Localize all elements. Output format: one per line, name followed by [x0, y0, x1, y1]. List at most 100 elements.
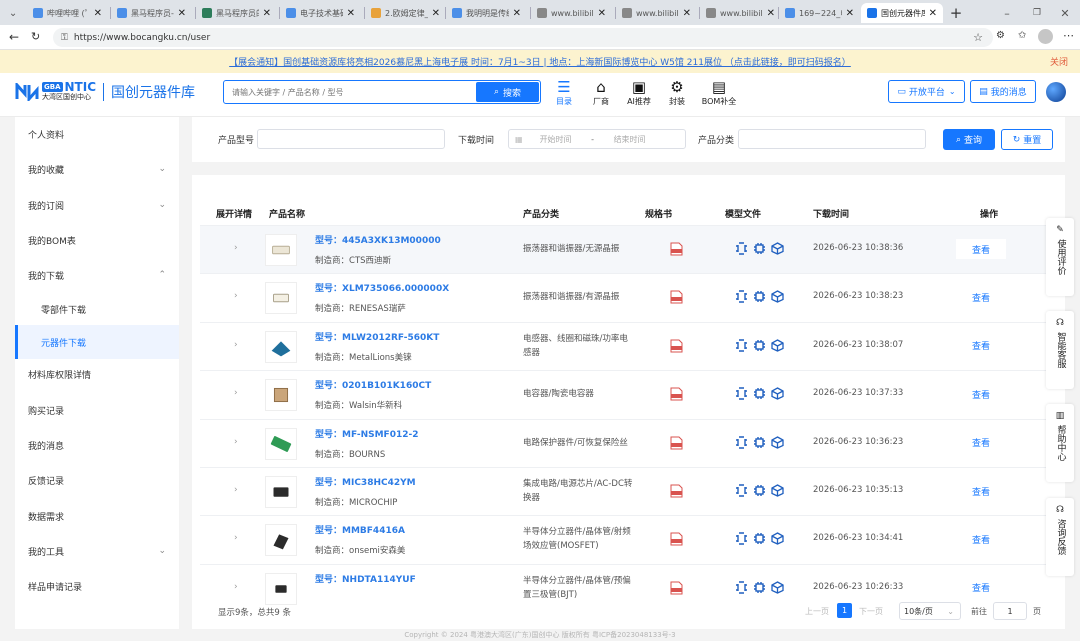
page-size-select[interactable]: 10条/页 ⌄ — [899, 602, 961, 620]
browser-tab[interactable]: www.bilibili.c ✕ — [700, 3, 781, 23]
sidebar-item-messages[interactable]: 我的消息 — [15, 428, 179, 462]
3d-model-icon[interactable] — [771, 387, 784, 400]
extensions-icon[interactable]: ⚙ — [996, 30, 1005, 41]
tab-close-icon[interactable]: ✕ — [598, 8, 606, 19]
component-model-link[interactable]: 型号：MLW2012RF-560KT — [315, 330, 439, 343]
footprint-file-icon[interactable] — [753, 290, 766, 303]
symbol-file-icon[interactable] — [735, 484, 748, 497]
search-button[interactable]: ⌕ 搜索 — [476, 82, 539, 102]
notice-link[interactable]: 【展会通知】国创基础资源库将亮相2026慕尼黑上海电子展 时间：7月1~3日 |… — [229, 55, 851, 68]
3d-model-icon[interactable] — [771, 532, 784, 546]
chevron-right-icon[interactable]: › — [234, 243, 238, 253]
url-field[interactable]: ⚿ https://www.bocangku.cn/user ☆ — [53, 28, 993, 47]
nav-package[interactable]: ⚙ 封装 — [660, 78, 694, 107]
3d-model-icon[interactable] — [771, 581, 784, 594]
symbol-file-icon[interactable] — [735, 435, 748, 449]
tab-close-icon[interactable]: ✕ — [94, 8, 102, 19]
tab-close-icon[interactable]: ✕ — [263, 8, 271, 19]
new-tab-button[interactable]: + — [947, 3, 965, 23]
sidebar-item-sample-requests[interactable]: 样品申请记录 — [15, 569, 179, 603]
browser-tab[interactable]: 我明明是传统 ✕ — [446, 3, 527, 23]
model-filter-input[interactable] — [257, 129, 445, 149]
close-window-button[interactable]: ✕ — [1058, 3, 1072, 23]
favorites-icon[interactable]: ✩ — [1018, 30, 1026, 41]
footprint-file-icon[interactable] — [753, 484, 766, 497]
pdf-icon[interactable] — [670, 532, 683, 546]
tab-list-button[interactable]: ⌄ — [4, 3, 22, 23]
tab-close-icon[interactable]: ✕ — [683, 8, 691, 19]
sidebar-item-downloads[interactable]: 我的下载 ⌃ — [15, 258, 179, 292]
view-button[interactable]: 查看 — [956, 529, 1006, 549]
page-1-button[interactable]: 1 — [837, 603, 852, 618]
symbol-file-icon[interactable] — [735, 532, 748, 546]
component-model-link[interactable]: 型号：XLM735066.000000X — [315, 281, 449, 294]
reset-button[interactable]: ↻ 重置 — [1001, 129, 1053, 150]
minimize-button[interactable]: – — [1000, 3, 1014, 23]
view-button[interactable]: 查看 — [956, 336, 1006, 356]
tab-close-icon[interactable]: ✕ — [347, 8, 355, 19]
browser-tab[interactable]: 黑马程序员-本 ✕ — [111, 3, 192, 23]
view-button[interactable]: 查看 — [956, 384, 1006, 404]
footprint-file-icon[interactable] — [753, 387, 766, 400]
favorite-star-icon[interactable]: ☆ — [973, 31, 983, 44]
date-range-input[interactable]: ▦ 开始时间 - 结束时间 — [508, 129, 686, 149]
nav-ai[interactable]: ▣ AI推荐 — [622, 78, 656, 107]
back-icon[interactable]: ← — [9, 30, 19, 44]
float-feedback-button[interactable]: ☊ 咨询反馈 — [1046, 498, 1074, 576]
3d-model-icon[interactable] — [771, 339, 784, 352]
view-button[interactable]: 查看 — [956, 287, 1006, 307]
pdf-icon[interactable] — [670, 290, 683, 304]
open-platform-button[interactable]: ▭ 开放平台 ⌄ — [888, 80, 965, 103]
tab-close-icon[interactable]: ✕ — [178, 8, 186, 19]
3d-model-icon[interactable] — [771, 290, 784, 304]
float-rating-button[interactable]: ✎ 使用评价 — [1046, 218, 1074, 296]
symbol-file-icon[interactable] — [735, 387, 748, 400]
component-model-link[interactable]: 型号：0201B101K160CT — [315, 378, 431, 391]
pdf-icon[interactable] — [670, 581, 683, 595]
symbol-file-icon[interactable] — [735, 290, 748, 304]
chevron-right-icon[interactable]: › — [234, 340, 238, 350]
sidebar-item-part-downloads[interactable]: 零部件下载 — [15, 292, 179, 326]
pdf-icon[interactable] — [670, 484, 683, 498]
view-button[interactable]: 查看 — [956, 578, 1006, 598]
chevron-right-icon[interactable]: › — [234, 388, 238, 398]
footprint-file-icon[interactable] — [753, 581, 766, 594]
sidebar-item-component-downloads[interactable]: 元器件下载 — [15, 325, 179, 359]
component-model-link[interactable]: 型号：NHDTA114YUF — [315, 572, 416, 585]
tab-close-icon[interactable]: ✕ — [513, 8, 521, 19]
prev-page-button[interactable]: 上一页 — [805, 606, 829, 617]
symbol-file-icon[interactable] — [735, 339, 748, 352]
goto-page-input[interactable]: 1 — [993, 602, 1027, 620]
pdf-icon[interactable] — [670, 242, 683, 256]
chevron-right-icon[interactable]: › — [234, 533, 238, 543]
float-chat-button[interactable]: ☊ 智能客服 — [1046, 311, 1074, 389]
nav-vendor[interactable]: ⌂ 厂商 — [584, 78, 618, 107]
query-button[interactable]: ⌕ 查询 — [943, 129, 995, 150]
chevron-right-icon[interactable]: › — [234, 485, 238, 495]
view-button[interactable]: 查看 — [956, 239, 1006, 259]
global-search-input[interactable] — [232, 84, 472, 100]
browser-tab[interactable]: 黑马程序员的 ✕ — [196, 3, 277, 23]
3d-model-icon[interactable] — [771, 242, 784, 255]
symbol-file-icon[interactable] — [735, 242, 748, 255]
site-logo[interactable]: GBA NTIC 大湾区国创中心 国创元器件库 — [15, 81, 195, 102]
chevron-right-icon[interactable]: › — [234, 291, 238, 301]
view-button[interactable]: 查看 — [956, 481, 1006, 501]
pdf-icon[interactable] — [670, 436, 683, 450]
tab-close-icon[interactable]: ✕ — [929, 8, 937, 19]
3d-model-icon[interactable] — [771, 484, 784, 497]
component-model-link[interactable]: 型号：MF-NSMF012-2 — [315, 427, 418, 440]
browser-tab[interactable]: 电子技术基础 ✕ — [280, 3, 361, 23]
float-help-button[interactable]: ▥ 帮助中心 — [1046, 404, 1074, 482]
sidebar-item-favorites[interactable]: 我的收藏 ⌄ — [15, 152, 179, 186]
3d-model-icon[interactable] — [771, 435, 784, 449]
browser-tab[interactable]: www.bilibili.c ✕ — [616, 3, 697, 23]
component-model-link[interactable]: 型号：445A3XK13M00000 — [315, 233, 441, 246]
pdf-icon[interactable] — [670, 339, 683, 353]
user-avatar[interactable] — [1046, 82, 1066, 102]
tab-close-icon[interactable]: ✕ — [846, 8, 854, 19]
profile-avatar[interactable] — [1038, 29, 1053, 44]
chevron-right-icon[interactable]: › — [234, 582, 238, 592]
sidebar-item-feedback[interactable]: 反馈记录 — [15, 463, 179, 497]
tab-close-icon[interactable]: ✕ — [767, 8, 775, 19]
